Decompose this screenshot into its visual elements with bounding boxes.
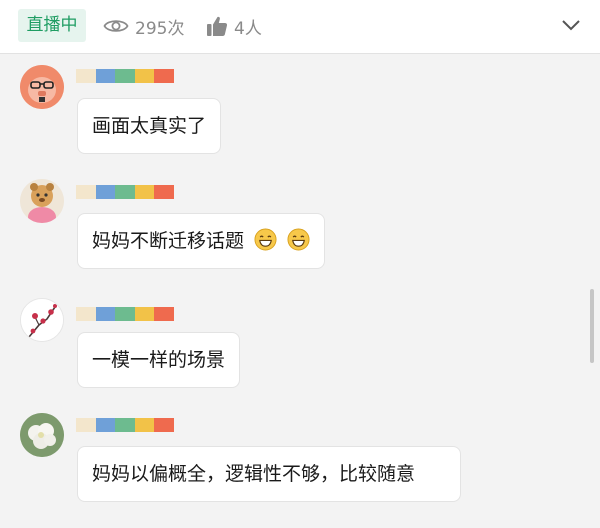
comment-bubble: 妈妈以偏概全，逻辑性不够，比较随意	[77, 446, 461, 502]
eye-icon	[103, 20, 129, 32]
avatar[interactable]	[20, 65, 64, 109]
tiger-avatar-icon	[20, 179, 64, 223]
comment-text: 妈妈不断迁移话题	[92, 230, 245, 252]
grin-emoji-icon	[287, 228, 310, 251]
chevron-down-icon[interactable]	[560, 14, 582, 36]
username-redacted	[76, 185, 174, 199]
avatar[interactable]	[20, 179, 64, 223]
plum-blossom-avatar-icon	[21, 299, 63, 341]
comment-bubble: 一模一样的场景	[77, 332, 241, 388]
live-header: 直播中 295次 4人	[0, 0, 600, 54]
avatar[interactable]	[20, 413, 64, 457]
scrollbar[interactable]	[590, 289, 594, 363]
username-redacted	[76, 418, 174, 432]
comment-text: 妈妈以偏概全，逻辑性不够，比较随意	[92, 463, 416, 485]
comment-bubble: 妈妈不断迁移话题	[77, 213, 326, 269]
comment-text: 一模一样的场景	[92, 349, 226, 371]
thumbs-up-icon	[207, 16, 228, 36]
comment-bubble: 画面太真实了	[77, 98, 222, 154]
avatar[interactable]	[20, 298, 64, 342]
username-redacted	[76, 307, 174, 321]
live-badge: 直播中	[18, 9, 86, 42]
comment-feed[interactable]: 画面太真实了 妈妈不断迁移话题 一模一样的场景 妈妈以偏概全，逻辑性不够，比较随…	[0, 55, 600, 528]
comment-text: 画面太真实了	[92, 115, 207, 137]
grin-emoji-icon	[254, 228, 277, 251]
flower-avatar-icon	[20, 413, 64, 457]
like-count-text: 4人	[234, 18, 262, 39]
username-redacted	[76, 69, 174, 83]
like-count: 4人	[206, 12, 262, 40]
view-count-text: 295次	[135, 18, 185, 39]
pig-avatar-icon	[20, 65, 64, 109]
view-count: 295次	[103, 12, 184, 40]
